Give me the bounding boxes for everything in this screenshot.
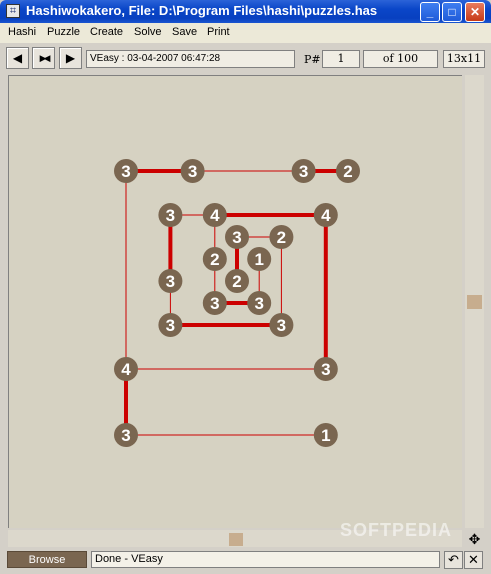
island-value: 3 [210, 294, 219, 313]
island-value: 1 [254, 250, 263, 269]
menu-create[interactable]: Create [90, 26, 123, 38]
puzzle-grid[interactable]: 3 3 3 23 4 43 22 13 23 33 34 33 1 [9, 76, 463, 529]
cancel-icon[interactable]: ✕ [464, 551, 483, 569]
island-i[interactable]: 2 [269, 225, 294, 249]
toolbar: ◀ ▶◀ ▶ VEasy : 03-04-2007 06:47:28 P# 1 … [0, 44, 491, 72]
browse-button[interactable]: Browse [7, 551, 87, 568]
island-value: 3 [166, 272, 175, 291]
island-value: 3 [277, 316, 286, 335]
vertical-scroll-thumb[interactable] [467, 295, 482, 309]
vertical-scrollbar[interactable] [465, 75, 484, 528]
maximize-button[interactable]: □ [442, 2, 462, 22]
island-value: 2 [343, 162, 352, 181]
island-value: 3 [232, 228, 241, 247]
island-value: 3 [299, 162, 308, 181]
menu-puzzle[interactable]: Puzzle [47, 26, 80, 38]
island-value: 3 [166, 316, 175, 335]
island-value: 2 [232, 272, 241, 291]
menu-solve[interactable]: Solve [134, 26, 162, 38]
watermark: SOFTPEDIA [340, 520, 453, 540]
island-u[interactable]: 1 [313, 423, 338, 447]
island-p[interactable]: 3 [158, 313, 183, 337]
island-value: 4 [210, 206, 220, 225]
island-d[interactable]: 2 [336, 159, 360, 183]
island-value: 3 [254, 294, 263, 313]
island-value: 4 [321, 206, 331, 225]
island-g[interactable]: 4 [313, 203, 338, 227]
island-j[interactable]: 2 [202, 247, 227, 271]
island-value: 3 [121, 162, 130, 181]
menu-save[interactable]: Save [172, 26, 197, 38]
puzzle-number-input[interactable]: 1 [322, 50, 360, 68]
island-a[interactable]: 3 [114, 159, 138, 183]
puzzle-total: of 100 [363, 50, 438, 68]
island-r[interactable]: 4 [114, 357, 138, 381]
island-value: 2 [210, 250, 219, 269]
move-icon[interactable]: ✥ [465, 531, 484, 549]
island-q[interactable]: 3 [269, 313, 294, 337]
island-value: 3 [166, 206, 175, 225]
menu-print[interactable]: Print [207, 26, 230, 38]
island-value: 4 [121, 360, 131, 379]
puzzle-board[interactable]: 333234432213233334331 [8, 75, 462, 528]
minimize-button[interactable]: _ [420, 2, 440, 22]
puzzle-number-label: P# [304, 53, 321, 66]
bridge-grid-icon: ⌗ [6, 4, 20, 18]
island-h[interactable]: 3 [225, 225, 249, 249]
menu-bar: Hashi Puzzle Create Solve Save Print [0, 23, 491, 43]
horizontal-scroll-thumb[interactable] [229, 533, 243, 546]
island-m[interactable]: 2 [225, 269, 249, 293]
island-f[interactable]: 4 [202, 203, 227, 227]
previous-puzzle-button[interactable]: ◀ [6, 47, 29, 69]
undo-icon[interactable]: ↶ [444, 551, 463, 569]
island-value: 2 [277, 228, 286, 247]
island-value: 3 [121, 426, 130, 445]
window-title: Hashiwokakero, File: D:\Program Files\ha… [26, 3, 378, 18]
next-puzzle-button[interactable]: ▶ [59, 47, 82, 69]
island-t[interactable]: 3 [114, 423, 138, 447]
island-b[interactable]: 3 [180, 159, 205, 183]
island-o[interactable]: 3 [247, 291, 272, 315]
island-k[interactable]: 1 [247, 247, 272, 271]
title-bar: ⌗ Hashiwokakero, File: D:\Program Files\… [0, 0, 491, 23]
island-e[interactable]: 3 [158, 203, 183, 227]
close-button[interactable]: ✕ [465, 2, 485, 22]
island-c[interactable]: 3 [291, 159, 316, 183]
island-value: 3 [188, 162, 197, 181]
island-s[interactable]: 3 [313, 357, 338, 381]
puzzle-info-field: VEasy : 03-04-2007 06:47:28 [86, 50, 295, 68]
menu-hashi[interactable]: Hashi [8, 26, 36, 38]
island-n[interactable]: 3 [202, 291, 227, 315]
status-bar: Done - VEasy [91, 551, 440, 568]
puzzle-size: 13x11 [443, 50, 485, 68]
first-last-puzzle-button[interactable]: ▶◀ [32, 47, 55, 69]
island-value: 1 [321, 426, 330, 445]
island-value: 3 [321, 360, 330, 379]
island-l[interactable]: 3 [158, 269, 183, 293]
